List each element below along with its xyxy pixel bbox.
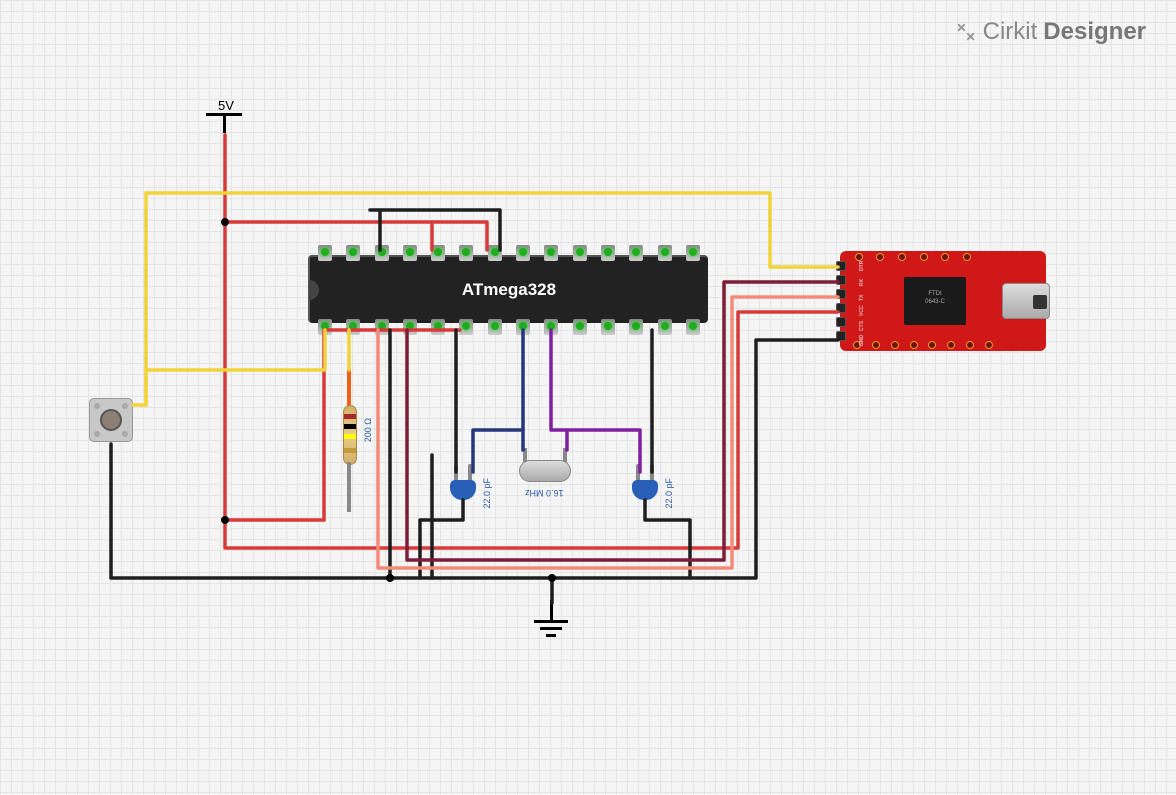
power-stem	[223, 113, 226, 133]
capacitor-2[interactable]	[632, 470, 658, 500]
capacitor-2-value: 22.0 pF	[664, 478, 674, 509]
ground-symbol	[534, 600, 568, 637]
wire-gnd-main	[111, 340, 838, 578]
chip-notch	[309, 280, 319, 300]
wire-reset-left	[146, 330, 325, 405]
ftdi-left-pins	[836, 261, 846, 341]
resistor-value: 200 Ω	[363, 418, 373, 442]
app-logo: Cirkit Designer	[955, 18, 1146, 46]
power-5v-label: 5V	[218, 98, 234, 113]
ftdi-top-holes	[848, 253, 978, 261]
ftdi-programmer-board[interactable]: FTDI 0643-C DTR RX TX VCC CTS GND	[840, 251, 1046, 351]
ftdi-pin-gnd: GND	[859, 326, 865, 346]
resistor[interactable]	[343, 405, 357, 465]
wire-ground-chip-top	[370, 210, 500, 250]
wire-tx	[378, 297, 838, 568]
wire-5v-ftdi	[225, 135, 838, 548]
ftdi-chip-label-1: FTDI	[928, 291, 941, 297]
push-button-cap	[100, 409, 122, 431]
wire-cap2-gnd	[645, 500, 690, 578]
ftdi-bottom-holes	[848, 341, 998, 349]
capacitor-1[interactable]	[450, 470, 476, 500]
chip-pins-bottom	[318, 319, 700, 335]
wire-crystal-cap2	[567, 430, 640, 472]
capacitor-1-value: 22.0 pF	[482, 478, 492, 509]
brand-main: Cirkit	[983, 18, 1038, 46]
crystal-oscillator[interactable]	[515, 460, 575, 482]
wire-cap1-gnd	[420, 500, 463, 578]
crystal-value: 16.0 MHz	[525, 488, 564, 498]
resistor-lead-icon	[347, 369, 351, 407]
resistor-lead-icon	[347, 462, 351, 512]
brand-sub: Designer	[1043, 18, 1146, 46]
wire-crystal-r-chip	[551, 330, 567, 450]
chip-label: ATmega328	[462, 280, 556, 300]
ftdi-chip-label-2: 0643-C	[925, 299, 945, 305]
ftdi-ic-chip: FTDI 0643-C	[904, 277, 966, 325]
atmega328-chip[interactable]: ATmega328	[308, 255, 708, 323]
push-button[interactable]	[89, 398, 133, 442]
chip-pins-top	[318, 245, 700, 261]
wire-layer	[0, 0, 1176, 795]
logo-icon	[955, 21, 977, 43]
ftdi-usb-port[interactable]	[1002, 283, 1050, 319]
